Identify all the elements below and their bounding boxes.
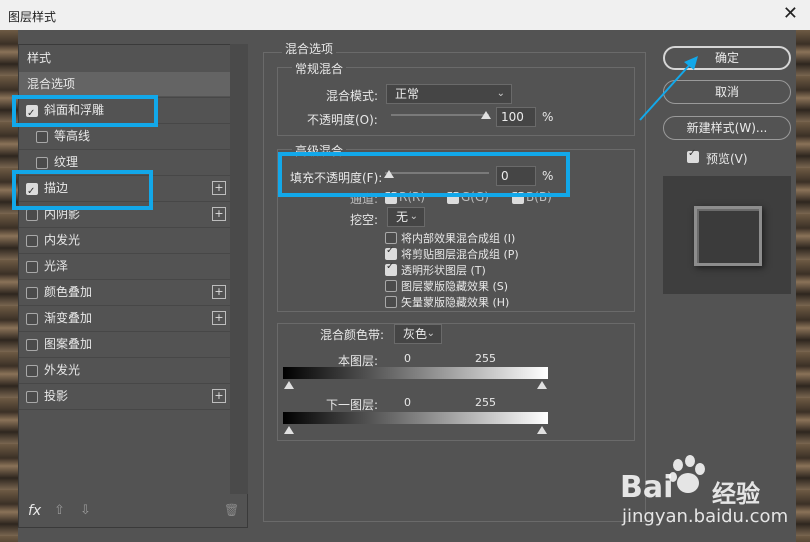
knockout-select[interactable]: 无 ⌄ bbox=[387, 207, 425, 227]
blend-mode-label: 混合模式: bbox=[326, 89, 379, 103]
advanced-option-checkbox[interactable] bbox=[385, 296, 397, 308]
add-effect-icon[interactable]: + bbox=[212, 207, 226, 221]
opacity-unit: % bbox=[542, 110, 554, 124]
section-title: 混合选项 bbox=[282, 40, 337, 57]
watermark-brand: Bai bbox=[620, 470, 674, 505]
style-item-label: 光泽 bbox=[44, 259, 69, 273]
chevron-down-icon: ⌄ bbox=[409, 211, 418, 222]
style-item-label: 内发光 bbox=[44, 233, 81, 247]
style-item-label: 颜色叠加 bbox=[44, 285, 93, 299]
preview-shape bbox=[694, 206, 762, 266]
style-item-checkbox[interactable] bbox=[26, 365, 38, 377]
style-item-label: 外发光 bbox=[44, 363, 81, 377]
style-item-checkbox[interactable] bbox=[26, 287, 38, 299]
fx-icon[interactable]: fx bbox=[28, 503, 41, 519]
move-up-icon[interactable]: ⇧ bbox=[54, 503, 65, 518]
general-blending-legend: 常规混合 bbox=[292, 60, 347, 77]
opacity-slider-thumb[interactable] bbox=[481, 111, 491, 119]
advanced-option-checkbox[interactable] bbox=[385, 232, 397, 244]
add-effect-icon[interactable]: + bbox=[212, 285, 226, 299]
blend-if-select[interactable]: 灰色 ⌄ bbox=[394, 324, 442, 344]
opacity-slider[interactable] bbox=[391, 114, 489, 116]
title-bar: 图层样式 ✕ bbox=[0, 0, 810, 30]
advanced-option-label: 图层蒙版隐藏效果 (S) bbox=[401, 280, 509, 293]
style-item[interactable]: 等高线 bbox=[19, 124, 230, 148]
add-effect-icon[interactable]: + bbox=[212, 311, 226, 325]
underlying-black-thumb[interactable] bbox=[284, 426, 294, 434]
this-layer-low: 0 bbox=[404, 352, 411, 365]
blend-mode-select[interactable]: 正常 ⌄ bbox=[386, 84, 512, 104]
underlying-low: 0 bbox=[404, 396, 411, 409]
annotation-highlight-bevel bbox=[12, 95, 158, 127]
style-item-checkbox[interactable] bbox=[36, 157, 48, 169]
style-item-label: 混合选项 bbox=[27, 77, 76, 91]
style-item-checkbox[interactable] bbox=[26, 209, 38, 221]
style-item[interactable]: 混合选项 bbox=[19, 72, 230, 96]
advanced-option-label: 将内部效果混合成组 (I) bbox=[401, 232, 516, 245]
underlying-high: 255 bbox=[475, 396, 496, 409]
trash-icon[interactable]: 🗑 bbox=[224, 503, 239, 517]
style-item-checkbox[interactable] bbox=[26, 339, 38, 351]
baidu-paw-logo bbox=[669, 455, 705, 493]
watermark-url: jingyan.baidu.com bbox=[622, 506, 789, 527]
opacity-label: 不透明度(O): bbox=[307, 113, 378, 127]
styles-header: 样式 bbox=[27, 51, 52, 65]
knockout-label: 挖空: bbox=[350, 213, 379, 227]
style-item-label: 图案叠加 bbox=[44, 337, 93, 351]
style-item-label: 渐变叠加 bbox=[44, 311, 93, 325]
style-item[interactable]: 外发光 bbox=[19, 358, 230, 382]
style-item-checkbox[interactable] bbox=[26, 391, 38, 403]
style-item[interactable]: 投影 + bbox=[19, 384, 230, 408]
style-item[interactable]: 渐变叠加 + bbox=[19, 306, 230, 330]
style-item-label: 投影 bbox=[44, 389, 69, 403]
blend-if-label: 混合颜色带: bbox=[320, 328, 385, 342]
add-effect-icon[interactable]: + bbox=[212, 181, 226, 195]
advanced-option-label: 将剪贴图层混合成组 (P) bbox=[401, 248, 519, 261]
style-item-checkbox[interactable] bbox=[26, 313, 38, 325]
style-item[interactable]: 颜色叠加 + bbox=[19, 280, 230, 304]
advanced-option-label: 透明形状图层 (T) bbox=[401, 264, 486, 277]
chevron-down-icon: ⌄ bbox=[496, 88, 505, 99]
preview-checkbox[interactable] bbox=[687, 148, 699, 163]
window-title: 图层样式 bbox=[8, 10, 57, 24]
style-item[interactable]: 内发光 bbox=[19, 228, 230, 252]
style-item-checkbox[interactable] bbox=[36, 131, 48, 143]
annotation-highlight-stroke bbox=[12, 170, 153, 210]
opacity-input[interactable]: 100 bbox=[496, 107, 536, 127]
close-icon[interactable]: ✕ bbox=[783, 5, 798, 23]
chevron-down-icon: ⌄ bbox=[426, 328, 435, 339]
style-item-checkbox[interactable] bbox=[26, 261, 38, 273]
style-item-label: 等高线 bbox=[54, 129, 91, 143]
advanced-option-label: 矢量蒙版隐藏效果 (H) bbox=[401, 296, 510, 309]
this-layer-white-thumb[interactable] bbox=[537, 381, 547, 389]
advanced-option-checkbox[interactable] bbox=[385, 245, 397, 260]
annotation-highlight-fill-opacity bbox=[278, 152, 570, 197]
this-layer-high: 255 bbox=[475, 352, 496, 365]
watermark-brand-suffix: 经验 bbox=[712, 480, 760, 508]
move-down-icon[interactable]: ⇩ bbox=[80, 503, 91, 518]
underlying-white-thumb[interactable] bbox=[537, 426, 547, 434]
underlying-gradient bbox=[283, 412, 548, 424]
list-divider bbox=[19, 409, 230, 410]
annotation-arrow bbox=[639, 56, 698, 121]
preview-label: 预览(V) bbox=[706, 152, 748, 166]
underlying-layer-label: 下一图层: bbox=[326, 398, 379, 412]
style-item[interactable]: 图案叠加 bbox=[19, 332, 230, 356]
advanced-option-checkbox[interactable] bbox=[385, 261, 397, 276]
add-effect-icon[interactable]: + bbox=[212, 389, 226, 403]
style-item-checkbox[interactable] bbox=[26, 235, 38, 247]
this-layer-black-thumb[interactable] bbox=[284, 381, 294, 389]
styles-list-scrollbar[interactable] bbox=[230, 44, 248, 494]
advanced-option-checkbox[interactable] bbox=[385, 280, 397, 292]
this-layer-gradient bbox=[283, 367, 548, 379]
background-image-right bbox=[796, 30, 810, 542]
style-item[interactable]: 光泽 bbox=[19, 254, 230, 278]
